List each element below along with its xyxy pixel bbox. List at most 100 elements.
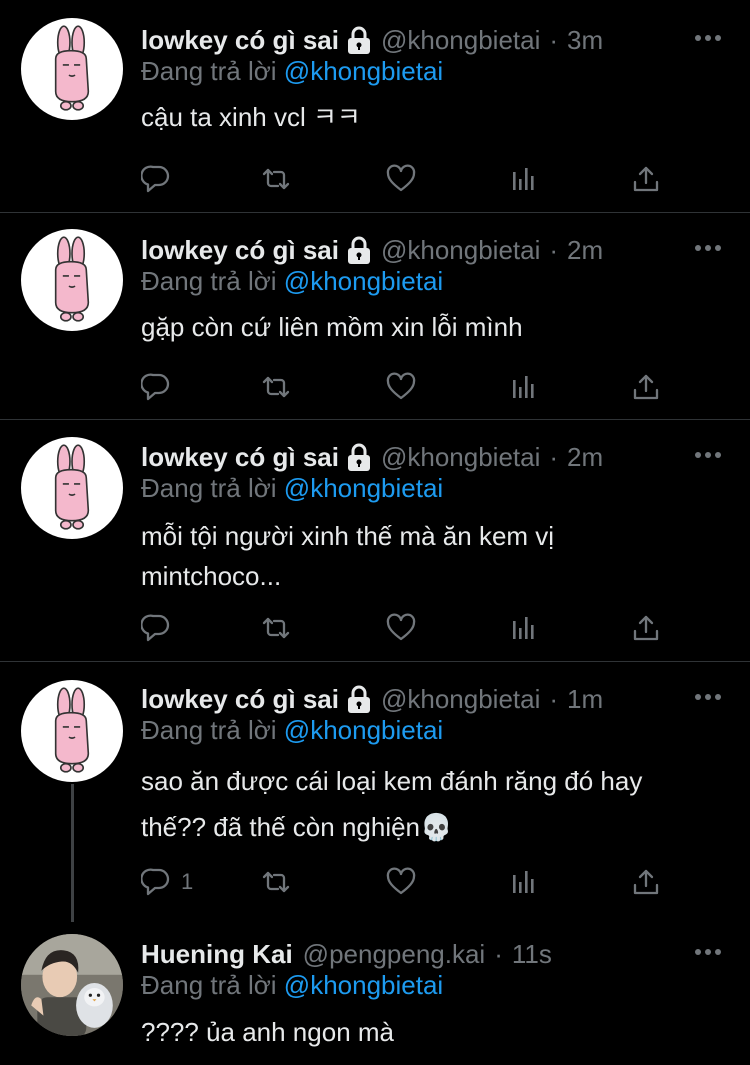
retweet-icon [261,164,291,194]
action-bar: 1 [141,866,681,898]
reply-button[interactable] [141,371,181,403]
action-bar [141,612,681,644]
tweet-text: ???? ủa anh ngon mà [141,1017,394,1047]
avatar[interactable] [21,934,123,1036]
heart-icon [386,164,416,194]
retweet-button[interactable] [261,371,291,403]
heart-icon [386,867,416,897]
retweet-button[interactable] [261,612,291,644]
replying-to-label: Đang trả lời [141,266,277,296]
avatar[interactable] [21,437,123,539]
display-name[interactable]: Huening Kai [141,939,293,970]
reply-count: 1 [181,869,194,894]
avatar[interactable] [21,229,123,331]
tweet-text: cậu ta xinh vcl ㅋㅋ [141,102,361,132]
views-button[interactable] [509,866,539,898]
mention-link[interactable]: @khongbietai [284,970,443,1000]
replying-to-label: Đang trả lời [141,715,277,745]
share-icon [631,164,661,194]
more-horizontal-icon[interactable] [694,28,722,48]
user-handle[interactable]: @pengpeng.kai [303,939,486,970]
more-horizontal-icon[interactable] [694,687,722,707]
more-horizontal-icon[interactable] [694,238,722,258]
replying-to: Đang trả lời @khongbietai [141,266,443,297]
tweet-header: Huening Kai @pengpeng.kai · 11s [141,934,552,974]
tweet-header: lowkey có gì sai @khongbietai · 3m [141,20,603,60]
share-icon [631,867,661,897]
tweet[interactable]: lowkey có gì sai @khongbietai · 3m Đang … [0,0,750,212]
reply-icon [141,613,171,643]
replying-to-label: Đang trả lời [141,970,277,1000]
like-button[interactable] [386,371,416,403]
timestamp[interactable]: 1m [567,684,603,715]
share-button[interactable] [631,163,661,195]
action-bar [141,371,681,403]
display-name[interactable]: lowkey có gì sai [141,25,339,56]
mention-link[interactable]: @khongbietai [284,266,443,296]
retweet-button[interactable] [261,866,291,898]
share-icon [631,613,661,643]
like-button[interactable] [386,163,416,195]
more-horizontal-icon[interactable] [694,942,722,962]
replying-to: Đang trả lời @khongbietai [141,56,443,87]
heart-icon [386,613,416,643]
separator-dot: · [549,24,559,55]
more-horizontal-icon[interactable] [694,445,722,465]
tweet[interactable]: lowkey có gì sai @khongbietai · 2m Đang … [0,420,750,661]
analytics-icon [509,164,539,194]
tweet-text: sao ăn được cái loại kem đánh răng đó ha… [141,766,643,842]
timestamp[interactable]: 2m [567,235,603,266]
share-button[interactable] [631,371,661,403]
tweet[interactable]: lowkey có gì sai @khongbietai · 2m Đang … [0,213,750,419]
tweet[interactable]: lowkey có gì sai @khongbietai · 1m Đang … [0,662,750,922]
action-bar [141,163,681,195]
reply-button[interactable] [141,163,181,195]
user-handle[interactable]: @khongbietai [381,684,540,715]
retweet-icon [261,867,291,897]
tweet-text: gặp còn cứ liên mồm xin lỗi mình [141,312,523,342]
like-button[interactable] [386,866,416,898]
lock-icon [346,442,372,472]
reply-button[interactable]: 1 [141,866,193,898]
like-button[interactable] [386,612,416,644]
timestamp[interactable]: 3m [567,25,603,56]
display-name[interactable]: lowkey có gì sai [141,684,339,715]
separator-dot: · [494,938,503,969]
replying-to-label: Đang trả lời [141,56,277,86]
user-handle[interactable]: @khongbietai [381,25,540,56]
reply-button[interactable] [141,612,181,644]
display-name[interactable]: lowkey có gì sai [141,442,339,473]
lock-icon [346,235,372,265]
separator-dot: · [549,234,559,265]
mention-link[interactable]: @khongbietai [284,473,443,503]
lock-icon [346,684,372,714]
share-button[interactable] [631,866,661,898]
retweet-icon [261,613,291,643]
retweet-button[interactable] [261,163,291,195]
reply-icon [141,164,171,194]
reply-icon [141,372,171,402]
tweet-text: mỗi tội người xinh thế mà ăn kem vị mint… [141,521,555,591]
analytics-icon [509,867,539,897]
tweet[interactable]: Huening Kai @pengpeng.kai · 11s Đang trả… [0,922,750,1065]
timestamp[interactable]: 11s [512,939,552,970]
mention-link[interactable]: @khongbietai [284,56,443,86]
avatar[interactable] [21,680,123,782]
views-button[interactable] [509,612,539,644]
reply-icon [141,867,171,897]
lock-icon [346,25,372,55]
share-button[interactable] [631,612,661,644]
analytics-icon [509,372,539,402]
replying-to: Đang trả lời @khongbietai [141,473,443,504]
user-handle[interactable]: @khongbietai [381,235,540,266]
timestamp[interactable]: 2m [567,442,603,473]
tweet-header: lowkey có gì sai @khongbietai · 2m [141,437,603,477]
views-button[interactable] [509,371,539,403]
views-button[interactable] [509,163,539,195]
user-handle[interactable]: @khongbietai [381,442,540,473]
share-icon [631,372,661,402]
display-name[interactable]: lowkey có gì sai [141,235,339,266]
tweet-header: lowkey có gì sai @khongbietai · 2m [141,230,603,270]
mention-link[interactable]: @khongbietai [284,715,443,745]
avatar[interactable] [21,18,123,120]
